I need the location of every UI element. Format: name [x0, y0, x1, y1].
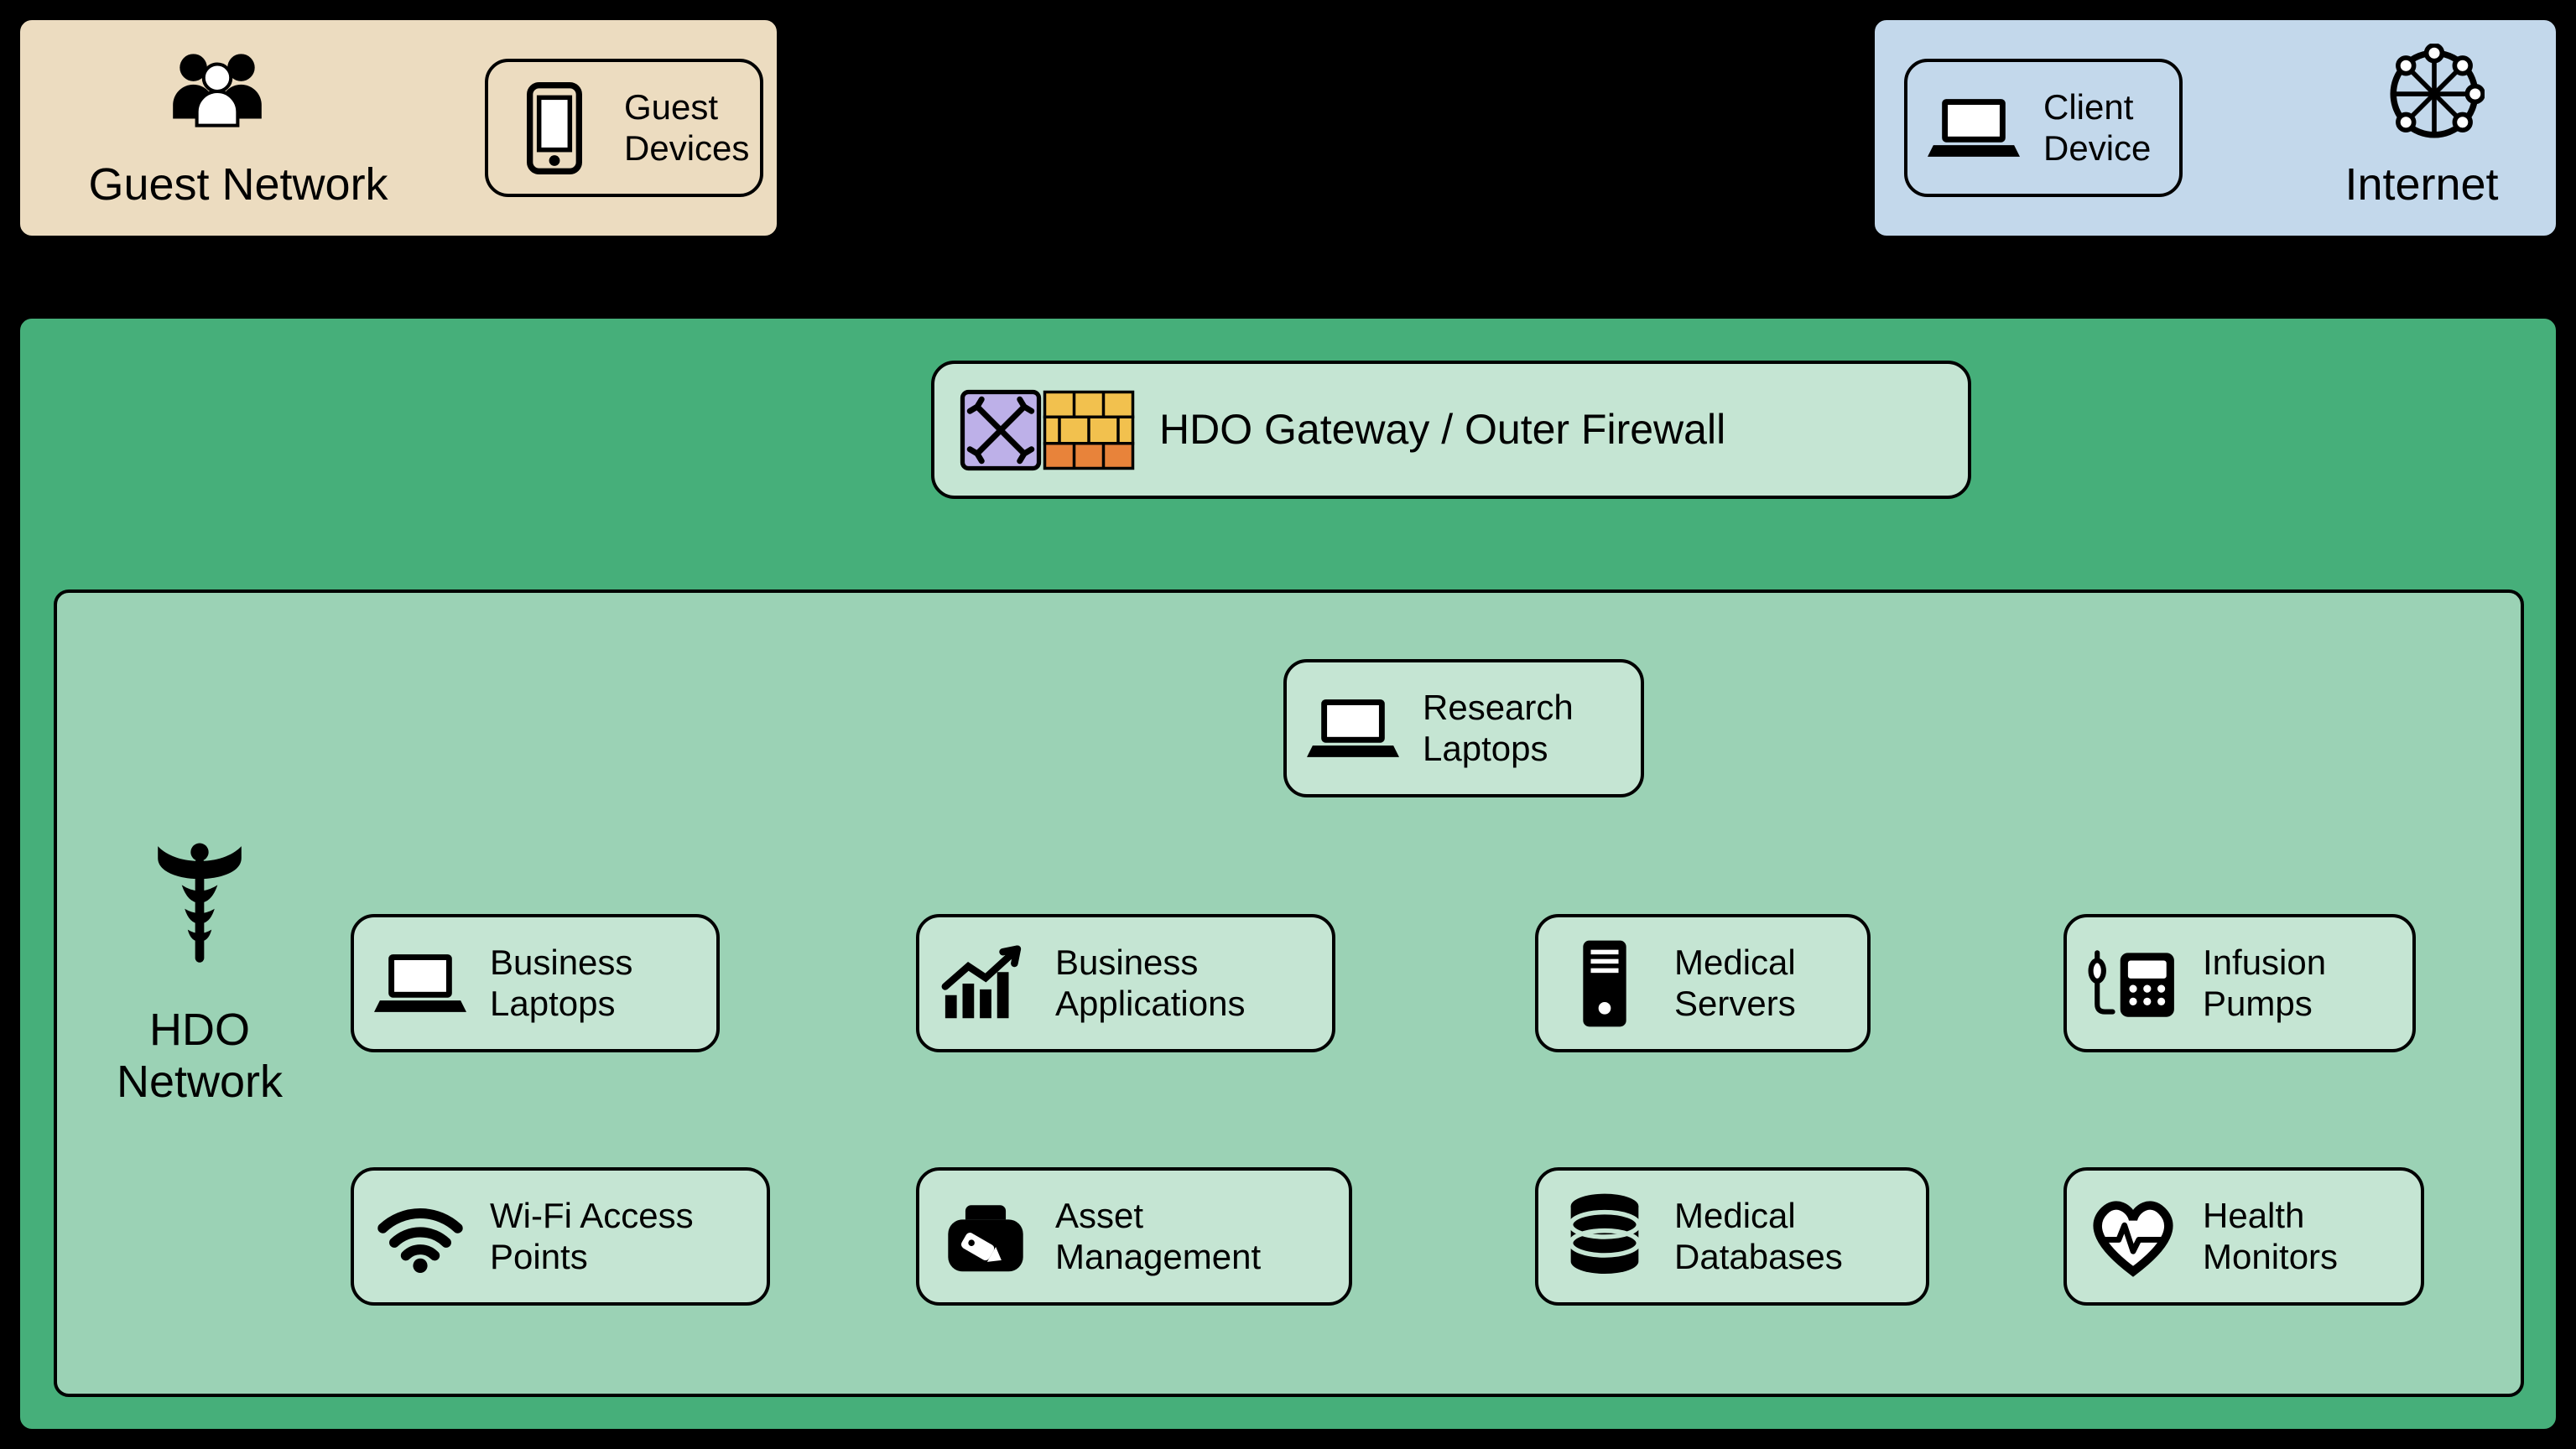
business-laptops-label: Business Laptops [490, 943, 632, 1024]
wifi-icon [374, 1191, 466, 1283]
business-apps-label: Business Applications [1055, 943, 1245, 1024]
bar-chart-trend-icon [939, 937, 1032, 1030]
database-icon [1559, 1191, 1651, 1283]
business-laptops-node: Business Laptops [351, 914, 720, 1052]
caduceus-icon [154, 840, 246, 979]
briefcase-tag-icon [939, 1191, 1032, 1283]
medical-db-label: Medical Databases [1674, 1196, 1843, 1277]
internet-title: Internet [2317, 158, 2527, 210]
health-monitors-node: Health Monitors [2063, 1167, 2424, 1306]
infusion-pumps-node: Infusion Pumps [2063, 914, 2416, 1052]
business-apps-node: Business Applications [916, 914, 1335, 1052]
laptop-icon [374, 937, 466, 1030]
gateway-label: HDO Gateway / Outer Firewall [1159, 406, 1725, 454]
server-tower-icon [1559, 937, 1651, 1030]
medical-db-node: Medical Databases [1535, 1167, 1929, 1306]
people-icon [163, 45, 272, 142]
medical-servers-node: Medical Servers [1535, 914, 1871, 1052]
connector [763, 126, 1904, 131]
client-device-node: Client Device [1904, 59, 2183, 197]
asset-mgmt-label: Asset Management [1055, 1196, 1261, 1277]
wifi-aps-node: Wi-Fi Access Points [351, 1167, 770, 1306]
gateway-node: HDO Gateway / Outer Firewall [931, 361, 1971, 499]
guest-devices-label: Guest Devices [624, 87, 749, 169]
wifi-aps-label: Wi-Fi Access Points [490, 1196, 694, 1277]
heart-monitor-icon [2087, 1191, 2179, 1283]
asset-mgmt-node: Asset Management [916, 1167, 1352, 1306]
smartphone-icon [508, 82, 601, 174]
research-laptops-label: Research Laptops [1423, 688, 1574, 769]
infusion-pump-icon [2087, 937, 2179, 1030]
guest-devices-node: Guest Devices [485, 59, 763, 197]
medical-servers-label: Medical Servers [1674, 943, 1796, 1024]
research-laptops-node: Research Laptops [1283, 659, 1644, 797]
health-monitors-label: Health Monitors [2203, 1196, 2338, 1277]
router-firewall-icon [960, 384, 1136, 476]
globe-network-icon [2384, 44, 2485, 148]
client-device-label: Client Device [2043, 87, 2151, 169]
infusion-pumps-label: Infusion Pumps [2203, 943, 2326, 1024]
laptop-icon [1307, 683, 1399, 775]
laptop-icon [1928, 82, 2020, 174]
guest-network-title: Guest Network [87, 158, 389, 210]
hdo-network-title: HDO Network [91, 1004, 309, 1108]
